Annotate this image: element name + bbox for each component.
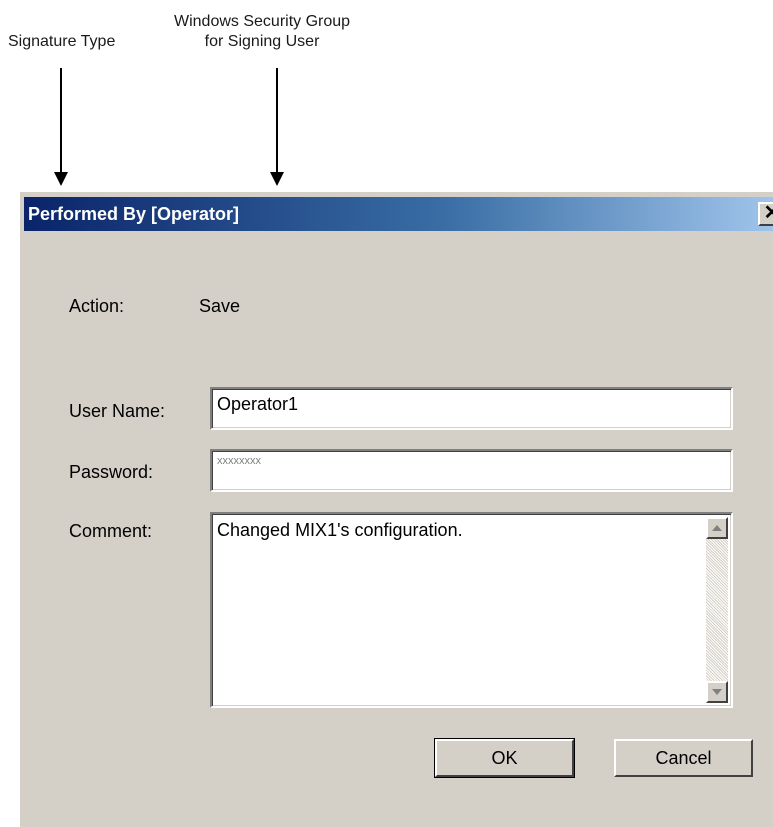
username-label: User Name: — [69, 401, 166, 421]
scroll-down-button[interactable] — [706, 681, 728, 703]
comment-textarea[interactable]: Changed MIX1's configuration. — [210, 512, 733, 708]
comment-scrollbar[interactable] — [706, 517, 728, 703]
action-value: Save — [199, 296, 241, 316]
security-group-arrow — [276, 68, 278, 174]
signature-type-arrow-head — [54, 172, 68, 186]
scroll-up-icon — [712, 525, 722, 531]
close-button[interactable]: ✕ — [758, 202, 773, 226]
signature-type-arrow — [60, 68, 62, 174]
dialog-title: Performed By [Operator] — [28, 204, 240, 224]
security-group-arrow-head — [270, 172, 284, 186]
comment-text: Changed MIX1's configuration. — [217, 520, 463, 540]
scroll-up-button[interactable] — [706, 517, 728, 539]
cancel-button[interactable]: Cancel — [614, 739, 753, 777]
action-label: Action: — [69, 296, 125, 316]
security-group-annotation-line1: Windows Security Group — [174, 13, 351, 30]
password-label: Password: — [69, 462, 154, 482]
username-input[interactable]: Operator1 — [210, 387, 733, 430]
scroll-down-icon — [712, 689, 722, 695]
signature-type-annotation: Signature Type — [8, 33, 116, 50]
password-input[interactable]: xxxxxxxx — [210, 449, 733, 492]
security-group-annotation: Windows Security Group for Signing User — [174, 12, 350, 52]
close-icon: ✕ — [763, 202, 773, 224]
ok-button[interactable]: OK — [434, 738, 575, 778]
signature-dialog: Performed By [Operator] ✕ Action: Save U… — [18, 190, 773, 827]
dialog-titlebar[interactable]: Performed By [Operator] ✕ — [24, 197, 773, 231]
comment-label: Comment: — [69, 521, 153, 541]
security-group-annotation-line2: for Signing User — [204, 33, 320, 50]
